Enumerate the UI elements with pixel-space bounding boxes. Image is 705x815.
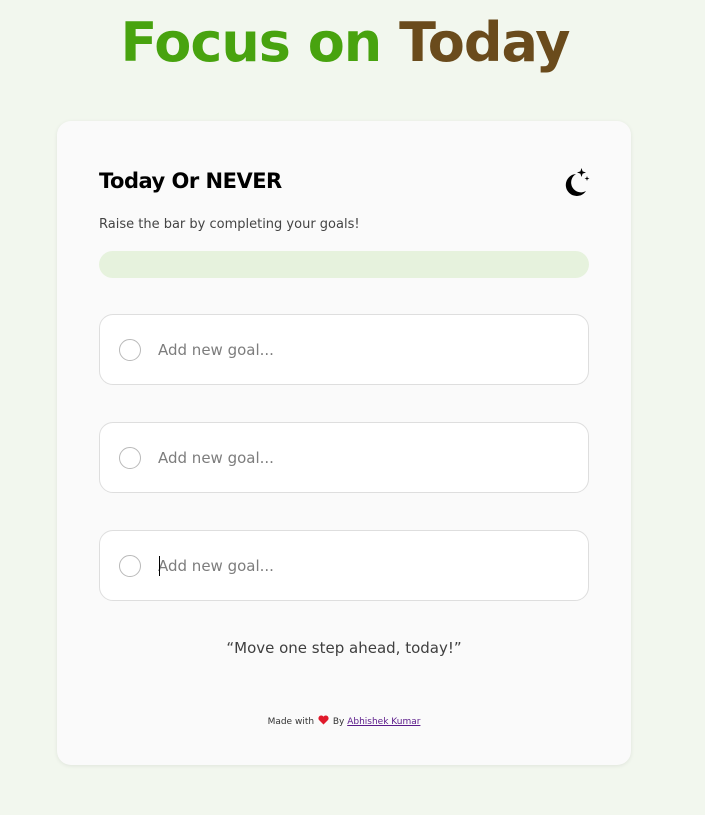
theme-toggle-button[interactable] bbox=[562, 165, 590, 197]
goal-input[interactable] bbox=[158, 551, 558, 581]
text-caret bbox=[159, 556, 160, 576]
goal-item bbox=[99, 314, 589, 385]
goal-item bbox=[99, 422, 589, 493]
footer-by: By bbox=[332, 717, 345, 727]
goal-checkbox[interactable] bbox=[119, 339, 141, 361]
page-title: Focus on Today bbox=[0, 12, 690, 74]
heart-icon bbox=[318, 715, 329, 725]
goal-checkbox[interactable] bbox=[119, 555, 141, 577]
goals-card: Today Or NEVER Raise the bar by completi… bbox=[57, 121, 631, 765]
goal-input[interactable] bbox=[158, 335, 558, 365]
author-link[interactable]: Abhishek Kumar bbox=[347, 717, 420, 727]
footer-made-with: Made with bbox=[267, 717, 315, 727]
moon-stars-icon bbox=[565, 168, 590, 196]
page-title-focus: Focus on bbox=[120, 11, 383, 74]
goal-item bbox=[99, 530, 589, 601]
footer-credit: Made with By Abhishek Kumar bbox=[57, 715, 631, 727]
goal-checkbox[interactable] bbox=[119, 447, 141, 469]
card-heading: Today Or NEVER bbox=[99, 169, 282, 193]
goal-input[interactable] bbox=[158, 443, 558, 473]
subtitle: Raise the bar by completing your goals! bbox=[99, 217, 360, 232]
page-title-today: Today bbox=[399, 11, 570, 74]
progress-bar bbox=[99, 251, 589, 278]
motivational-quote: “Move one step ahead, today!” bbox=[226, 639, 462, 657]
